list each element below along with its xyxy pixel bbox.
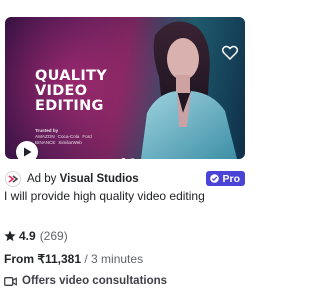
seller-line: Ad by Visual Studios bbox=[27, 173, 139, 185]
model-photo bbox=[141, 21, 237, 159]
brand-logo: Ford bbox=[82, 134, 92, 139]
verified-check-icon bbox=[210, 174, 220, 183]
gig-card[interactable]: QUALITY VIDEO EDITING Trusted by AMAZON … bbox=[0, 0, 250, 300]
video-consultation-row: Offers video consultations bbox=[4, 275, 167, 287]
headline-line: VIDEO bbox=[35, 83, 88, 99]
price-amount: ₹11,381 bbox=[37, 252, 82, 266]
price-duration: / 3 minutes bbox=[84, 252, 144, 266]
trusted-by-block: Trusted by AMAZON Coca-Cola Ford BINANCE… bbox=[35, 128, 115, 146]
seller-avatar[interactable] bbox=[5, 171, 21, 187]
ad-prefix: Ad by bbox=[27, 173, 57, 185]
star-icon bbox=[4, 230, 16, 242]
brand-logo: BINANCE bbox=[35, 140, 56, 145]
brand-logos-row: BINANCE SimilarWeb bbox=[35, 140, 115, 146]
seller-logo-icon bbox=[8, 175, 18, 183]
heart-icon bbox=[222, 45, 238, 60]
seller-row: Ad by Visual Studios Pro bbox=[5, 171, 245, 187]
carousel-dot[interactable] bbox=[130, 158, 135, 159]
carousel-dot-active[interactable] bbox=[121, 158, 126, 159]
video-camera-icon bbox=[4, 276, 17, 286]
seller-name[interactable]: Visual Studios bbox=[60, 173, 139, 185]
play-button[interactable] bbox=[16, 141, 38, 159]
headline-line: EDITING bbox=[35, 98, 104, 114]
favorite-button[interactable] bbox=[221, 43, 239, 61]
play-icon bbox=[23, 147, 31, 157]
carousel-dots bbox=[121, 158, 135, 159]
rating: 4.9 (269) bbox=[4, 229, 68, 243]
brand-logo: SimilarWeb bbox=[58, 140, 82, 145]
video-consultation-label: Offers video consultations bbox=[22, 275, 168, 287]
thumbnail-headline: QUALITY VIDEO EDITING bbox=[35, 69, 135, 114]
headline-line: QUALITY bbox=[35, 68, 108, 84]
review-count: (269) bbox=[39, 229, 68, 243]
gig-thumbnail[interactable]: QUALITY VIDEO EDITING Trusted by AMAZON … bbox=[5, 17, 245, 159]
price-row: From ₹11,381 / 3 minutes bbox=[4, 252, 143, 266]
pro-badge: Pro bbox=[206, 171, 245, 186]
rating-value: 4.9 bbox=[19, 229, 36, 243]
price-prefix: From bbox=[4, 252, 34, 266]
gig-title-link[interactable]: I will provide high quality video editin… bbox=[4, 189, 248, 203]
pro-badge-label: Pro bbox=[222, 172, 240, 185]
